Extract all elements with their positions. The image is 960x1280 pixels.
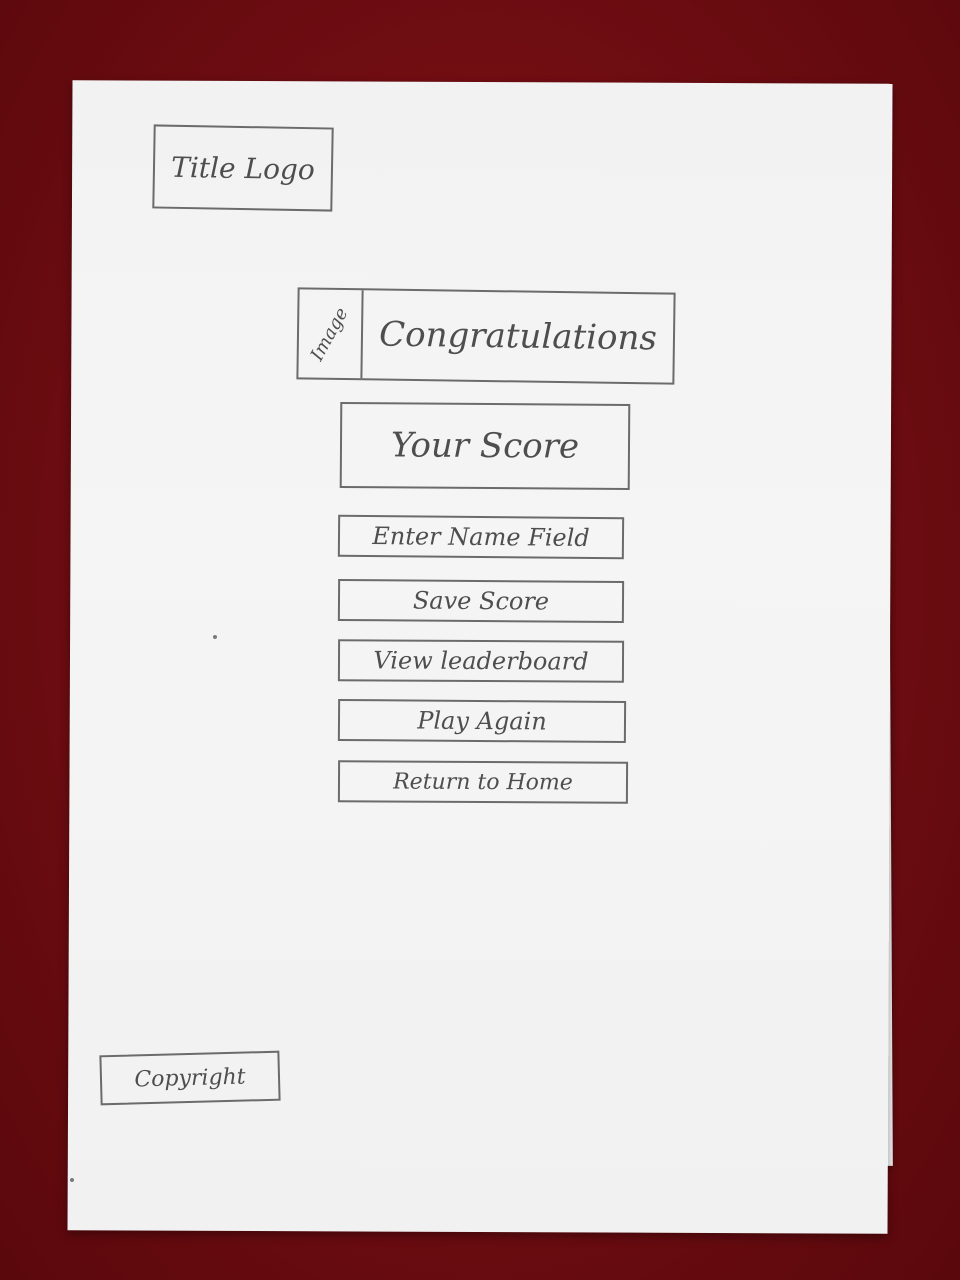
save-score-button[interactable]: Save Score bbox=[337, 579, 625, 623]
score-display: Your Score bbox=[339, 401, 631, 491]
image-placeholder-label: Image bbox=[307, 303, 353, 364]
copyright-notice: Copyright bbox=[99, 1050, 281, 1106]
image-placeholder: Image bbox=[298, 289, 364, 379]
congratulations-heading: Congratulations bbox=[378, 314, 658, 359]
play-again-button[interactable]: Play Again bbox=[337, 698, 627, 744]
pencil-speck bbox=[213, 635, 217, 639]
pencil-speck bbox=[70, 1178, 74, 1182]
name-input-field[interactable]: Enter Name Field bbox=[337, 514, 625, 560]
view-leaderboard-button[interactable]: View leaderboard bbox=[337, 639, 625, 683]
title-logo[interactable]: Title Logo bbox=[152, 124, 334, 212]
congratulations-banner: Image Congratulations bbox=[296, 287, 676, 385]
return-home-button[interactable]: Return to Home bbox=[337, 760, 629, 804]
